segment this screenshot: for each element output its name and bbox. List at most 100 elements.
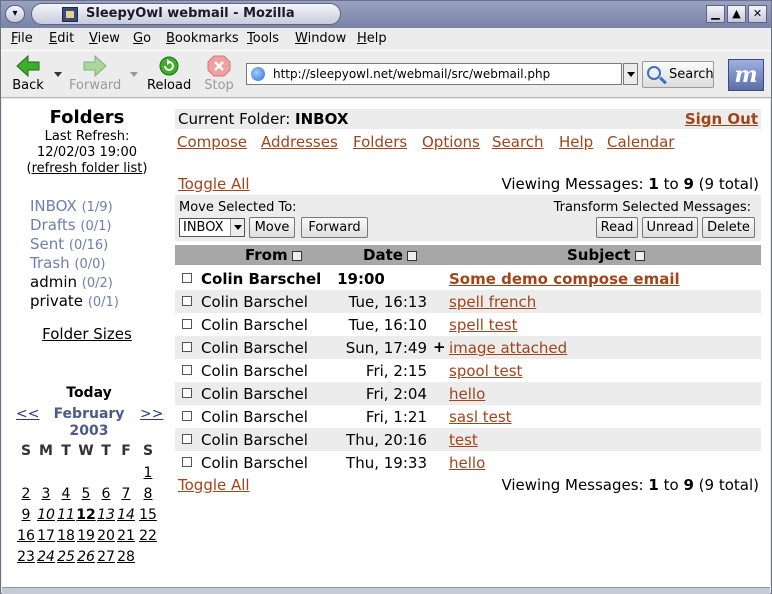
message-subject-link[interactable]: spell test [449,316,517,334]
calendar-day[interactable]: 25 [56,549,76,565]
message-subject-link[interactable]: Some demo compose email [449,270,680,288]
nav-options[interactable]: Options [422,133,480,151]
calendar-next-link[interactable]: >> [140,406,163,422]
table-row[interactable]: Colin Barschel Tue, 16:10 spell test [175,313,761,336]
toggle-all-bottom[interactable]: Toggle All [178,476,250,494]
calendar-prev-link[interactable]: << [16,406,39,422]
calendar-day[interactable]: 14 [116,507,136,523]
folder-sizes-link[interactable]: Folder Sizes [2,325,172,343]
back-button[interactable]: Back [10,54,46,93]
select-checkbox[interactable] [182,319,192,329]
nav-compose[interactable]: Compose [177,133,247,151]
folder-inbox[interactable]: INBOX (1/9) [30,197,113,215]
calendar-day[interactable]: 19 [76,528,96,544]
calendar-day[interactable]: 4 [56,486,76,502]
calendar-day[interactable]: 1 [138,465,158,481]
select-checkbox[interactable] [182,273,192,283]
menu-tools[interactable]: Tools [247,31,279,46]
folder-trash[interactable]: Trash (0/0) [30,254,106,272]
search-button[interactable]: Search [642,61,714,88]
table-row[interactable]: Colin Barschel Thu, 19:33 hello [175,451,761,474]
calendar-day[interactable]: 16 [16,528,36,544]
window-menu-button[interactable]: ▾ [5,5,25,23]
calendar-day[interactable]: 10 [36,507,56,523]
menu-help[interactable]: Help [357,31,387,46]
nav-addresses[interactable]: Addresses [261,133,338,151]
forward-message-button[interactable]: Forward [301,217,368,238]
calendar-day[interactable]: 20 [96,528,116,544]
calendar-day[interactable]: 3 [36,486,56,502]
back-dropdown-icon[interactable] [54,72,62,77]
table-row[interactable]: Colin Barschel Tue, 16:13 spell french [175,290,761,313]
url-history-dropdown[interactable] [623,63,638,85]
sign-out-link[interactable]: Sign Out [685,110,758,128]
table-row[interactable]: Colin Barschel Fri, 2:15 spool test [175,359,761,382]
url-field[interactable]: http://sleepyowl.net/webmail/src/webmail… [246,63,622,85]
nav-folders[interactable]: Folders [353,133,407,151]
folder-sent[interactable]: Sent (0/16) [30,235,108,253]
refresh-folder-list-link[interactable]: refresh folder list [32,161,143,176]
folder-drafts[interactable]: Drafts (0/1) [30,216,111,234]
nav-search[interactable]: Search [492,133,544,151]
menu-window[interactable]: Window [295,31,346,46]
calendar-day[interactable]: 12 [76,507,96,523]
close-button[interactable]: ✕ [748,5,767,23]
column-date[interactable]: Date [363,246,417,264]
calendar-day[interactable]: 17 [36,528,56,544]
toggle-all-top[interactable]: Toggle All [178,175,250,193]
select-checkbox[interactable] [182,365,192,375]
calendar-day[interactable]: 6 [96,486,116,502]
message-subject-link[interactable]: image attached [449,339,567,357]
delete-button[interactable]: Delete [702,217,755,238]
calendar-day[interactable]: 18 [56,528,76,544]
message-subject-link[interactable]: spool test [449,362,522,380]
calendar-day[interactable]: 28 [116,549,136,565]
menu-go[interactable]: Go [133,31,151,46]
calendar-day[interactable]: 5 [76,486,96,502]
sort-date-icon[interactable] [406,250,417,261]
table-row[interactable]: Colin Barschel Thu, 20:16 test [175,428,761,451]
menu-view[interactable]: View [89,31,120,46]
calendar-day[interactable]: 11 [56,507,76,523]
menu-bookmarks[interactable]: Bookmarks [166,31,239,46]
calendar-day[interactable]: 26 [76,549,96,565]
select-checkbox[interactable] [182,296,192,306]
menu-edit[interactable]: Edit [49,31,74,46]
mozilla-logo[interactable]: m [728,59,764,91]
calendar-day[interactable]: 8 [138,486,158,502]
forward-button[interactable]: Forward [69,54,121,93]
calendar-day[interactable]: 2 [16,486,36,502]
move-button[interactable]: Move [249,217,295,238]
calendar-day[interactable]: 9 [16,507,36,523]
mark-unread-button[interactable]: Unread [642,217,698,238]
reload-button[interactable]: Reload [147,55,191,93]
calendar-day[interactable]: 21 [116,528,136,544]
url-text[interactable]: http://sleepyowl.net/webmail/src/webmail… [273,67,550,81]
calendar-day[interactable]: 24 [36,549,56,565]
move-target-select[interactable]: INBOX [179,218,245,237]
table-row[interactable]: Colin Barschel Sun, 17:49 + image attached [175,336,761,359]
nav-help[interactable]: Help [559,133,593,151]
message-subject-link[interactable]: hello [449,454,485,472]
select-checkbox[interactable] [182,457,192,467]
message-subject-link[interactable]: sasl test [449,408,512,426]
calendar-day[interactable]: 27 [96,549,116,565]
calendar-day[interactable]: 7 [116,486,136,502]
select-checkbox[interactable] [182,434,192,444]
table-row[interactable]: Colin Barschel Fri, 1:21 sasl test [175,405,761,428]
calendar-day[interactable]: 23 [16,549,36,565]
menu-file[interactable]: File [11,31,33,46]
forward-dropdown-icon[interactable] [130,72,138,77]
folder-private[interactable]: private (0/1) [30,292,119,310]
nav-calendar[interactable]: Calendar [607,133,674,151]
calendar-day[interactable]: 22 [138,528,158,544]
message-subject-link[interactable]: test [449,431,478,449]
stop-button[interactable]: Stop [203,55,235,93]
minimize-button[interactable]: ▁ [706,5,725,23]
calendar-day[interactable]: 13 [96,507,116,523]
select-checkbox[interactable] [182,411,192,421]
mark-read-button[interactable]: Read [596,217,638,238]
sort-subject-icon[interactable] [634,250,645,261]
column-from[interactable]: From [245,246,302,264]
calendar-day[interactable]: 15 [138,507,158,523]
